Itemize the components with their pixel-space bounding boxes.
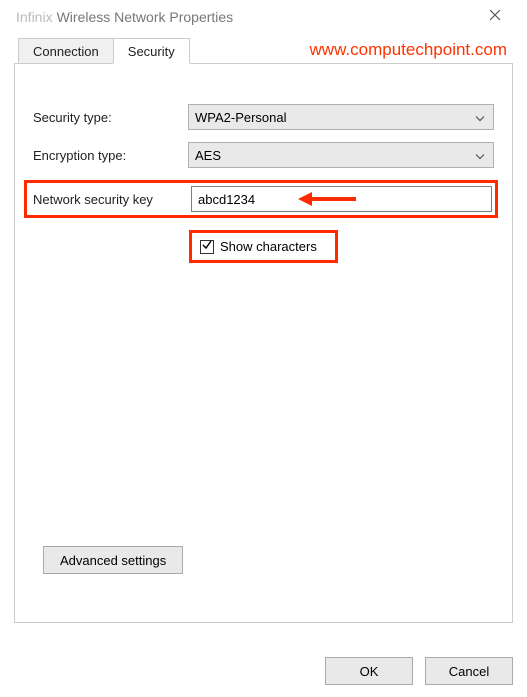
input-network-key[interactable]: abcd1234 xyxy=(191,186,492,212)
watermark-text: www.computechpoint.com xyxy=(310,40,507,60)
row-security-type: Security type: WPA2-Personal xyxy=(33,104,494,130)
chevron-down-icon xyxy=(475,148,485,163)
combo-security-type[interactable]: WPA2-Personal xyxy=(188,104,494,130)
close-icon xyxy=(489,8,501,26)
label-network-key: Network security key xyxy=(33,192,191,207)
tab-connection[interactable]: Connection xyxy=(18,38,114,64)
combo-security-type-value: WPA2-Personal xyxy=(195,110,287,125)
label-show-characters: Show characters xyxy=(220,239,317,254)
titlebar-suffix: Wireless Network Properties xyxy=(57,9,234,25)
arrow-annotation-icon xyxy=(298,188,358,213)
input-network-key-value: abcd1234 xyxy=(198,192,255,207)
dialog-footer: OK Cancel xyxy=(325,657,513,685)
ok-label: OK xyxy=(360,664,379,679)
dialog-window: Infinix Wireless Network Properties www.… xyxy=(0,0,527,697)
advanced-settings-label: Advanced settings xyxy=(60,553,166,568)
row-encryption-type: Encryption type: AES xyxy=(33,142,494,168)
check-icon xyxy=(202,240,212,253)
row-show-characters-highlight: Show characters xyxy=(189,230,338,263)
chevron-down-icon xyxy=(475,110,485,125)
titlebar-network-name: Infinix xyxy=(16,9,53,25)
checkbox-show-characters[interactable] xyxy=(200,240,214,254)
advanced-settings-button[interactable]: Advanced settings xyxy=(43,546,183,574)
cancel-label: Cancel xyxy=(449,664,489,679)
titlebar: Infinix Wireless Network Properties xyxy=(0,0,527,34)
row-network-key-highlight: Network security key abcd1234 xyxy=(24,180,498,218)
label-security-type: Security type: xyxy=(33,110,188,125)
combo-encryption-type-value: AES xyxy=(195,148,221,163)
tab-panel-security: Security type: WPA2-Personal Encryption … xyxy=(14,63,513,623)
ok-button[interactable]: OK xyxy=(325,657,413,685)
label-encryption-type: Encryption type: xyxy=(33,148,188,163)
combo-encryption-type[interactable]: AES xyxy=(188,142,494,168)
tab-strip: www.computechpoint.com Connection Securi… xyxy=(0,34,527,623)
cancel-button[interactable]: Cancel xyxy=(425,657,513,685)
tab-security[interactable]: Security xyxy=(113,38,190,64)
close-button[interactable] xyxy=(473,2,517,32)
